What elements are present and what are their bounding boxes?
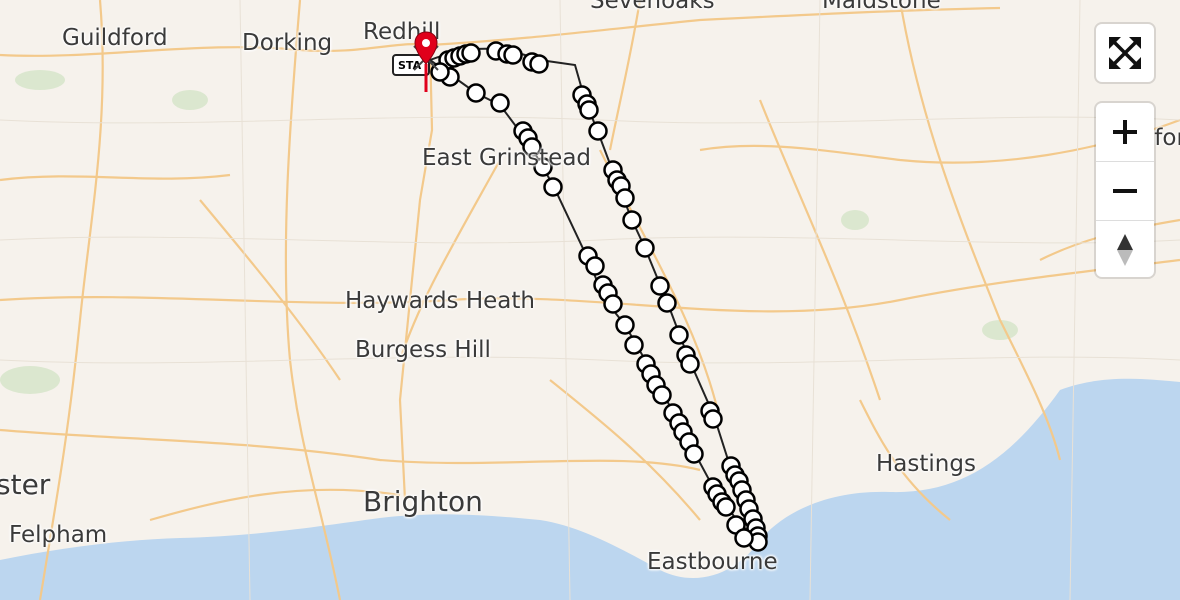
waypoint-marker[interactable] [680, 354, 700, 374]
waypoint-marker[interactable] [461, 43, 481, 63]
waypoint-marker[interactable] [624, 335, 644, 355]
place-label: Brighton [363, 485, 483, 518]
place-label: Felpham [9, 522, 108, 548]
waypoint-marker[interactable] [585, 256, 605, 276]
place-label: Guildford [62, 25, 168, 51]
place-label: Haywards Heath [345, 288, 535, 314]
waypoint-marker[interactable] [603, 294, 623, 314]
fullscreen-control [1096, 24, 1154, 82]
zoom-out-button[interactable] [1096, 162, 1154, 220]
map-base [0, 0, 1180, 600]
place-label: Eastbourne [647, 549, 778, 575]
place-label: East Grinstead [422, 145, 592, 171]
plus-icon [1113, 120, 1137, 144]
compass-icon [1117, 234, 1133, 266]
waypoint-marker[interactable] [529, 54, 549, 74]
ambulance-pin-icon[interactable] [410, 30, 442, 92]
waypoint-marker[interactable] [703, 409, 723, 429]
waypoint-marker[interactable] [579, 100, 599, 120]
zoom-in-button[interactable] [1096, 103, 1154, 161]
waypoint-marker[interactable] [669, 325, 689, 345]
waypoint-marker[interactable] [652, 385, 672, 405]
waypoint-marker[interactable] [615, 315, 635, 335]
place-label: Maidstone [822, 0, 941, 14]
waypoint-marker[interactable] [615, 188, 635, 208]
waypoint-marker[interactable] [622, 210, 642, 230]
waypoint-marker[interactable] [684, 444, 704, 464]
fullscreen-button[interactable] [1096, 24, 1154, 82]
zoom-control [1096, 103, 1154, 277]
waypoint-marker[interactable] [543, 177, 563, 197]
place-label: Dorking [242, 30, 333, 56]
minus-icon [1113, 189, 1137, 193]
waypoint-marker[interactable] [734, 528, 754, 548]
place-label: Burgess Hill [355, 337, 491, 363]
waypoint-marker[interactable] [503, 45, 523, 65]
fullscreen-icon [1109, 37, 1141, 69]
waypoint-marker[interactable] [650, 276, 670, 296]
place-label: Sevenoaks [590, 0, 715, 14]
reset-bearing-button[interactable] [1096, 221, 1154, 279]
waypoint-marker[interactable] [635, 238, 655, 258]
map-view[interactable]: Guildford Dorking Redhill Sevenoaks Maid… [0, 0, 1180, 600]
waypoint-marker[interactable] [466, 83, 486, 103]
waypoint-marker[interactable] [716, 497, 736, 517]
place-label: Hastings [876, 451, 976, 477]
waypoint-marker[interactable] [588, 121, 608, 141]
waypoint-marker[interactable] [657, 293, 677, 313]
place-label: ster [0, 468, 51, 501]
waypoint-marker[interactable] [490, 93, 510, 113]
